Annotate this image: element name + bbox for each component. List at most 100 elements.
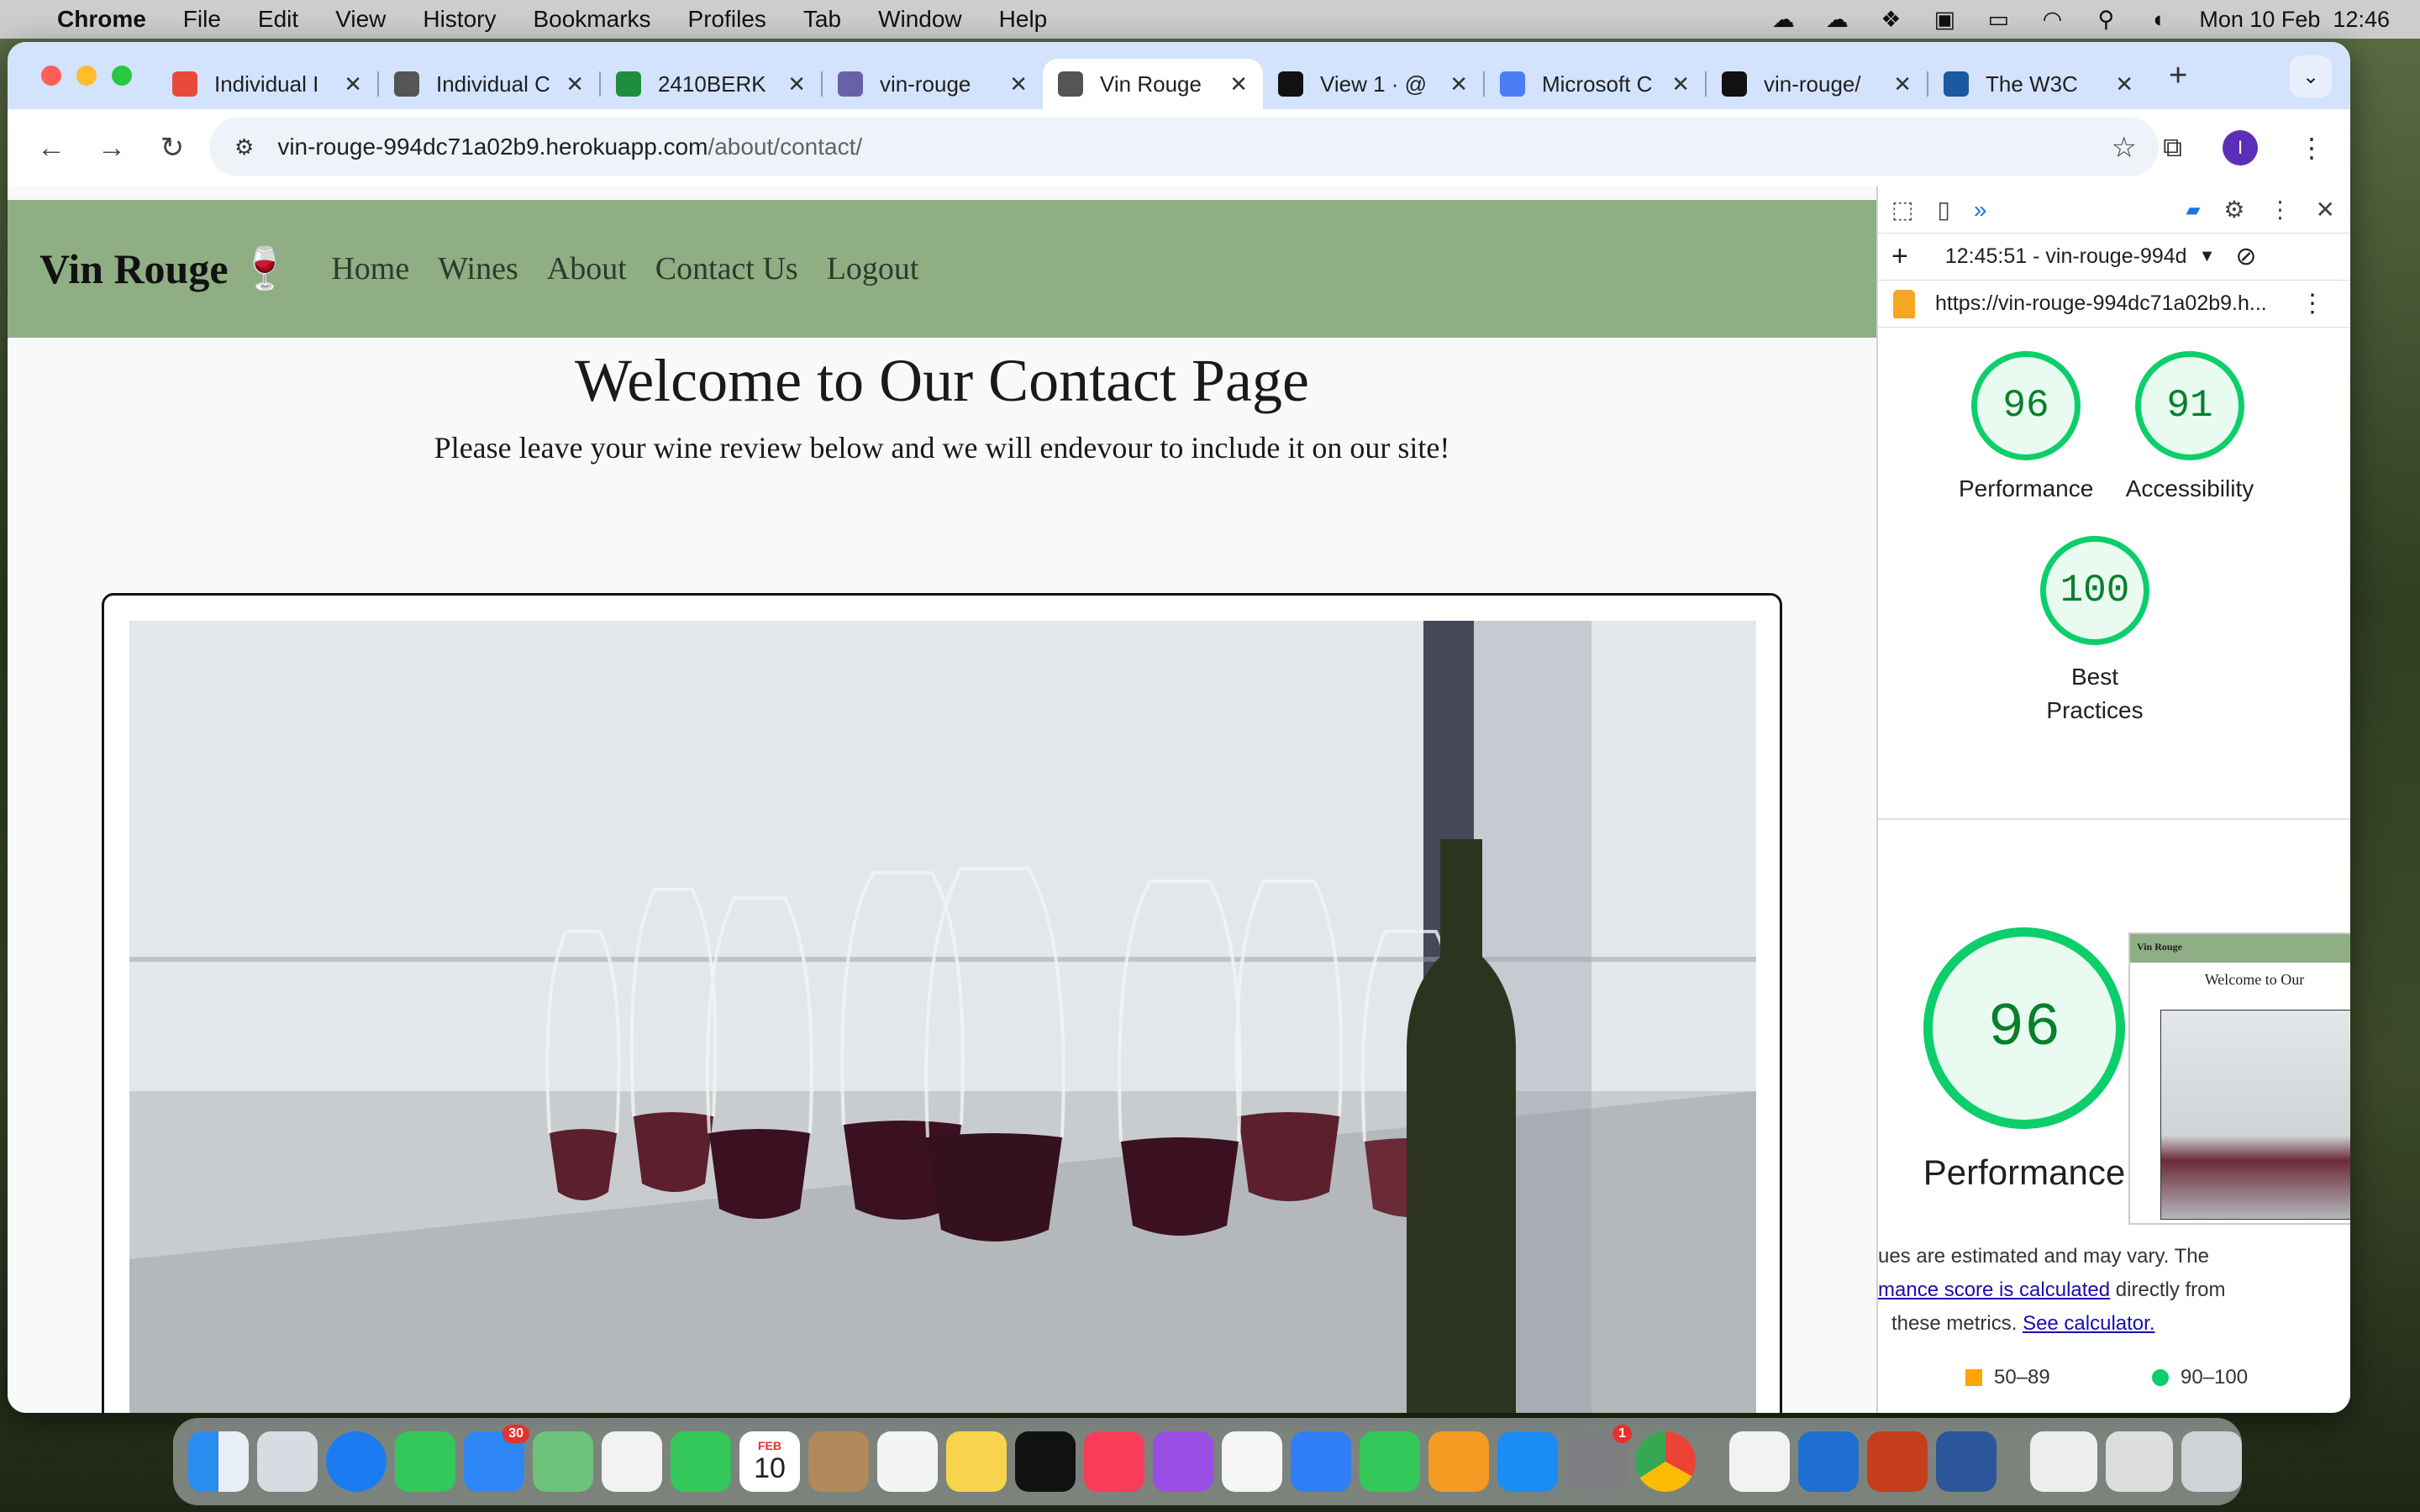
spotlight-search-icon[interactable]: ⚲ — [2091, 7, 2120, 32]
best-practices-gauge[interactable]: 100 Best Practices — [2028, 536, 2162, 727]
extensions-puzzle-icon[interactable]: ⧉ — [2163, 132, 2182, 164]
photos-icon[interactable] — [602, 1431, 662, 1492]
messages-icon[interactable] — [395, 1431, 455, 1492]
downloads-stack-icon[interactable] — [2106, 1431, 2173, 1492]
cloud-icon[interactable]: ☁ — [1769, 7, 1797, 32]
close-tab-icon[interactable]: ✕ — [1671, 71, 1690, 97]
recent-document-icon[interactable] — [2030, 1431, 2097, 1492]
address-bar[interactable]: ⚙ vin-rouge-994dc71a02b9.herokuapp.com/a… — [209, 118, 2159, 176]
bookmark-star-icon[interactable]: ☆ — [2112, 131, 2137, 165]
clear-reports-icon[interactable]: ⊘ — [2235, 242, 2256, 271]
close-tab-icon[interactable]: ✕ — [2115, 71, 2133, 97]
close-tab-icon[interactable]: ✕ — [1009, 71, 1028, 97]
performance-gauge[interactable]: 96 Performance — [1959, 351, 2093, 502]
nav-wines-link[interactable]: Wines — [438, 250, 518, 287]
contacts-icon[interactable] — [808, 1431, 869, 1492]
reminders-icon[interactable] — [877, 1431, 938, 1492]
vscode-icon[interactable] — [1798, 1431, 1859, 1492]
score-calculated-link[interactable]: mance score is calculated — [1878, 1278, 2110, 1301]
keynote-icon[interactable] — [1291, 1431, 1351, 1492]
issues-icon[interactable]: ▰ — [2186, 199, 2201, 221]
tab-8[interactable]: vin-rouge/ ✕ — [1707, 59, 1927, 109]
nav-logout-link[interactable]: Logout — [827, 250, 919, 287]
tab-3[interactable]: 2410BERK ✕ — [601, 59, 821, 109]
finder-icon[interactable] — [188, 1431, 249, 1492]
menu-extra-icon[interactable]: ▣ — [1930, 7, 1959, 32]
safari-icon[interactable] — [326, 1431, 387, 1492]
battery-icon[interactable]: ▭ — [1984, 7, 2012, 32]
report-selector[interactable]: 12:45:51 - vin-rouge-994d — [1945, 244, 2187, 269]
settings-gear-icon[interactable]: ⚙ — [2223, 196, 2244, 223]
menu-help[interactable]: Help — [999, 6, 1048, 33]
notes-icon[interactable] — [946, 1431, 1007, 1492]
tab-7[interactable]: Microsoft C ✕ — [1485, 59, 1705, 109]
tab-4[interactable]: vin-rouge ✕ — [823, 59, 1043, 109]
tab-6[interactable]: View 1 · @ ✕ — [1263, 59, 1483, 109]
nav-contact-link[interactable]: Contact Us — [655, 250, 798, 287]
device-toolbar-icon[interactable]: ▯ — [1937, 196, 1949, 223]
control-center-icon[interactable]: ◐ — [2145, 7, 2174, 32]
devtools-menu-icon[interactable]: ⋮ — [2269, 196, 2292, 223]
nav-about-link[interactable]: About — [547, 250, 627, 287]
menu-file[interactable]: File — [183, 6, 221, 33]
news-icon[interactable] — [1222, 1431, 1282, 1492]
menu-window[interactable]: Window — [878, 6, 962, 33]
app-store-icon[interactable] — [1497, 1431, 1558, 1492]
profile-avatar[interactable]: I — [2223, 130, 2258, 165]
menu-profiles[interactable]: Profiles — [688, 6, 766, 33]
close-tab-icon[interactable]: ✕ — [1229, 71, 1248, 97]
site-brand-link[interactable]: Vin Rouge 🍷 — [39, 244, 291, 294]
close-tab-icon[interactable]: ✕ — [344, 71, 362, 97]
close-window-button[interactable] — [41, 66, 61, 86]
pages-icon[interactable] — [1428, 1431, 1489, 1492]
facetime-icon[interactable] — [671, 1431, 731, 1492]
new-tab-button[interactable]: + — [2169, 58, 2187, 94]
dropdown-arrow-icon[interactable]: ▼ — [2199, 247, 2216, 266]
system-settings-icon[interactable]: 1 — [1566, 1425, 1632, 1492]
apple-tv-icon[interactable] — [1015, 1431, 1076, 1492]
forward-arrow-icon[interactable]: → — [95, 132, 129, 165]
tab-1[interactable]: Individual I ✕ — [157, 59, 377, 109]
page-screenshot-thumbnail[interactable]: Vin Rouge Welcome to Our — [2128, 932, 2350, 1225]
report-menu-icon[interactable]: ⋮ — [2300, 289, 2325, 318]
accessibility-gauge[interactable]: 91 Accessibility — [2110, 351, 2270, 502]
launchpad-icon[interactable] — [257, 1431, 318, 1492]
tab-5[interactable]: Vin Rouge ✕ — [1043, 59, 1263, 109]
mail-icon[interactable]: 30 — [464, 1425, 529, 1492]
chrome-menu-icon[interactable]: ⋮ — [2298, 132, 2325, 164]
inspect-element-icon[interactable]: ⬚ — [1891, 196, 1913, 223]
dropbox-icon[interactable]: ❖ — [1876, 7, 1905, 32]
menu-bookmarks[interactable]: Bookmarks — [533, 6, 650, 33]
powerpoint-icon[interactable] — [1867, 1431, 1928, 1492]
zoom-window-button[interactable] — [112, 66, 132, 86]
new-report-icon[interactable]: + — [1891, 240, 1908, 273]
music-icon[interactable] — [1084, 1431, 1144, 1492]
minimize-window-button[interactable] — [76, 66, 97, 86]
close-tab-icon[interactable]: ✕ — [787, 71, 806, 97]
close-tab-icon[interactable]: ✕ — [566, 71, 584, 97]
wifi-icon[interactable]: ◠ — [2038, 7, 2066, 32]
word-icon[interactable] — [1936, 1431, 1996, 1492]
icloud-icon[interactable]: ☁ — [1823, 7, 1851, 32]
see-calculator-link[interactable]: See calculator. — [2023, 1312, 2154, 1335]
more-panels-chevron-icon[interactable]: » — [1974, 197, 1987, 223]
close-devtools-icon[interactable]: ✕ — [2316, 196, 2335, 223]
tab-9[interactable]: The W3C ✕ — [1928, 59, 2149, 109]
menu-view[interactable]: View — [335, 6, 386, 33]
tab-2[interactable]: Individual C ✕ — [379, 59, 599, 109]
site-info-icon[interactable]: ⚙ — [234, 134, 254, 160]
menu-tab[interactable]: Tab — [803, 6, 841, 33]
close-tab-icon[interactable]: ✕ — [1449, 71, 1468, 97]
tab-search-chevron-down-icon[interactable]: ⌄ — [2290, 55, 2332, 97]
maps-icon[interactable] — [533, 1431, 593, 1492]
numbers-icon[interactable] — [1360, 1431, 1420, 1492]
calendar-icon[interactable]: FEB 10 — [739, 1431, 800, 1492]
trash-icon[interactable] — [2181, 1431, 2242, 1492]
menu-app-name[interactable]: Chrome — [57, 6, 146, 33]
menu-history[interactable]: History — [423, 6, 496, 33]
menu-edit[interactable]: Edit — [258, 6, 298, 33]
menu-clock[interactable]: Mon 10 Feb 12:46 — [2199, 7, 2390, 33]
chrome-icon[interactable] — [1635, 1431, 1696, 1492]
reload-icon[interactable]: ↻ — [155, 131, 189, 165]
close-tab-icon[interactable]: ✕ — [1893, 71, 1912, 97]
